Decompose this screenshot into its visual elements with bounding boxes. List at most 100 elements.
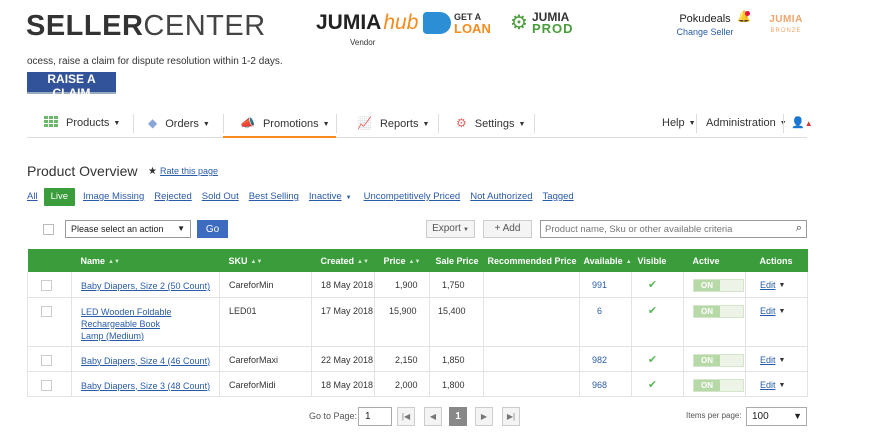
- product-name-link[interactable]: Baby Diapers, Size 3 (48 Count): [81, 381, 210, 391]
- product-table: Name ▲▼ SKU ▲▼ Created ▲▼ Price ▲▼ Sale Pric…: [27, 249, 808, 397]
- goto-page-label: Go to Page:: [309, 411, 358, 421]
- nav-orders[interactable]: ◆ Orders ▼: [148, 108, 210, 138]
- active-toggle[interactable]: ON: [693, 353, 744, 367]
- price-cell: 2,150: [374, 346, 430, 372]
- filter-sold-out[interactable]: Sold Out: [202, 188, 239, 206]
- search-icon[interactable]: ⌕: [796, 222, 802, 235]
- available-link[interactable]: 6: [580, 306, 631, 316]
- caret-down-icon[interactable]: ▼: [779, 382, 786, 389]
- column-header-available[interactable]: Available▲▼: [579, 249, 632, 272]
- column-header-visible: Visible: [631, 249, 684, 272]
- claim-notice-text: ocess, raise a claim for dispute resolut…: [27, 56, 283, 67]
- sort-icon: ▲▼: [357, 258, 369, 265]
- seller-center-logo[interactable]: SELLERCENTER: [26, 10, 266, 42]
- current-page-button[interactable]: 1: [449, 407, 467, 426]
- select-all-checkbox[interactable]: [43, 224, 54, 235]
- first-page-button[interactable]: |◀: [397, 407, 415, 426]
- available-link[interactable]: 991: [580, 280, 631, 290]
- product-name-link[interactable]: Baby Diapers, Size 4 (46 Count): [81, 356, 210, 366]
- caret-down-icon: ▼: [322, 121, 330, 128]
- available-link[interactable]: 968: [580, 380, 631, 390]
- gear-icon: ⚙: [456, 116, 467, 130]
- filter-rejected[interactable]: Rejected: [154, 188, 192, 206]
- go-button[interactable]: Go: [197, 220, 228, 238]
- jumia-prod-logo[interactable]: ⚙ JUMIA PROD: [510, 11, 574, 35]
- filter-image-missing[interactable]: Image Missing: [83, 188, 144, 206]
- nav-products[interactable]: Products ▼: [44, 108, 120, 138]
- user-alert-icon[interactable]: 👤▲: [791, 108, 813, 138]
- edit-link[interactable]: Edit: [760, 380, 776, 390]
- price-cell: 1,900: [374, 272, 430, 298]
- caret-down-icon[interactable]: ▼: [779, 282, 786, 289]
- next-page-icon: ▶: [480, 412, 488, 421]
- table-row: LED Wooden Foldable Rechargeable Book La…: [27, 297, 808, 347]
- rate-this-page[interactable]: ★ Rate this page: [148, 166, 218, 177]
- change-seller-link[interactable]: Change Seller: [670, 27, 740, 37]
- filter-not-authorized[interactable]: Not Authorized: [470, 188, 532, 206]
- edit-link[interactable]: Edit: [760, 306, 776, 316]
- filter-inactive[interactable]: Inactive ▼: [309, 188, 352, 206]
- filter-best-selling[interactable]: Best Selling: [249, 188, 299, 206]
- add-button[interactable]: + Add: [483, 220, 532, 238]
- price-cell: 2,000: [374, 371, 430, 397]
- check-icon: ✔: [647, 353, 658, 366]
- row-checkbox[interactable]: [41, 379, 52, 391]
- active-toggle[interactable]: ON: [693, 279, 744, 292]
- last-page-button[interactable]: ▶|: [502, 407, 520, 426]
- recommended-price-cell: [483, 272, 580, 298]
- column-header-created[interactable]: Created ▲▼: [311, 249, 375, 272]
- status-filters: All Live Image Missing Rejected Sold Out Best…: [27, 188, 584, 206]
- product-name-link[interactable]: LED Wooden Foldable Rechargeable Book La…: [81, 307, 171, 341]
- caret-down-icon: ▼: [422, 121, 430, 128]
- page-title: Product Overview: [27, 163, 138, 179]
- caret-down-icon[interactable]: ▼: [779, 357, 786, 364]
- row-checkbox[interactable]: [41, 354, 52, 366]
- column-header-name[interactable]: Name ▲▼: [71, 249, 220, 272]
- user-name: Pokudeals: [679, 13, 731, 25]
- filter-all[interactable]: All: [27, 188, 38, 206]
- filter-tagged[interactable]: Tagged: [543, 188, 574, 206]
- sort-icon: ▲▼: [408, 258, 421, 265]
- table-header-row: Name ▲▼ SKU ▲▼ Created ▲▼ Price ▲▼ Sale Pric…: [27, 249, 808, 272]
- row-checkbox[interactable]: [41, 280, 52, 291]
- nav-promotions[interactable]: 📣 Promotions ▼: [223, 108, 336, 138]
- bulk-action-select[interactable]: Please select an action ▼: [65, 220, 191, 238]
- row-checkbox[interactable]: [41, 305, 52, 317]
- jumia-vendor-hub-logo[interactable]: JUMIAhub Vendor: [316, 12, 418, 48]
- items-per-page-select[interactable]: 100 ▼: [746, 407, 807, 426]
- column-header-sale-price[interactable]: Sale Price: [429, 249, 484, 272]
- sku-cell: CareforMin: [219, 272, 312, 298]
- edit-link[interactable]: Edit: [760, 280, 776, 290]
- sku-cell: LED01: [219, 297, 312, 347]
- column-header-recommended-price[interactable]: Recommended Price: [483, 249, 580, 272]
- nav-help[interactable]: Help ▼: [662, 108, 696, 138]
- prev-page-button[interactable]: ◀: [424, 407, 442, 426]
- nav-administration[interactable]: Administration▼: [706, 108, 787, 138]
- column-header-price[interactable]: Price ▲▼: [374, 249, 430, 272]
- goto-page-input[interactable]: [358, 407, 392, 426]
- filter-uncompetitively-priced[interactable]: Uncompetitively Priced: [364, 188, 461, 206]
- available-link[interactable]: 982: [580, 355, 631, 365]
- active-toggle[interactable]: ON: [693, 378, 744, 392]
- recommended-price-cell: [483, 371, 580, 397]
- product-name-link[interactable]: Baby Diapers, Size 2 (50 Count): [81, 281, 210, 291]
- created-cell: 17 May 2018: [311, 297, 375, 347]
- sale-price-cell: 1,750: [429, 272, 484, 298]
- filter-live[interactable]: Live: [43, 188, 75, 206]
- table-row: Baby Diapers, Size 3 (48 Count) CareforM…: [27, 371, 808, 397]
- nav-settings[interactable]: ⚙ Settings ▼: [456, 108, 525, 138]
- raise-claim-button[interactable]: RAISE A CLAIM: [27, 72, 116, 100]
- price-cell: 15,900: [374, 297, 430, 347]
- created-cell: 18 May 2018: [311, 272, 375, 298]
- nav-reports[interactable]: 📈 Reports ▼: [357, 108, 429, 138]
- search-input[interactable]: [541, 221, 786, 237]
- tag-icon: ◆: [148, 116, 158, 130]
- caret-down-icon[interactable]: ▼: [779, 308, 786, 315]
- sort-icon: ▲▼: [108, 258, 120, 265]
- column-header-sku[interactable]: SKU ▲▼: [219, 249, 312, 272]
- active-toggle[interactable]: ON: [693, 304, 744, 318]
- next-page-button[interactable]: ▶: [475, 407, 493, 426]
- export-button[interactable]: Export ▼: [426, 220, 475, 238]
- edit-link[interactable]: Edit: [760, 355, 776, 365]
- get-a-loan-logo[interactable]: GET A LOAN: [423, 12, 491, 38]
